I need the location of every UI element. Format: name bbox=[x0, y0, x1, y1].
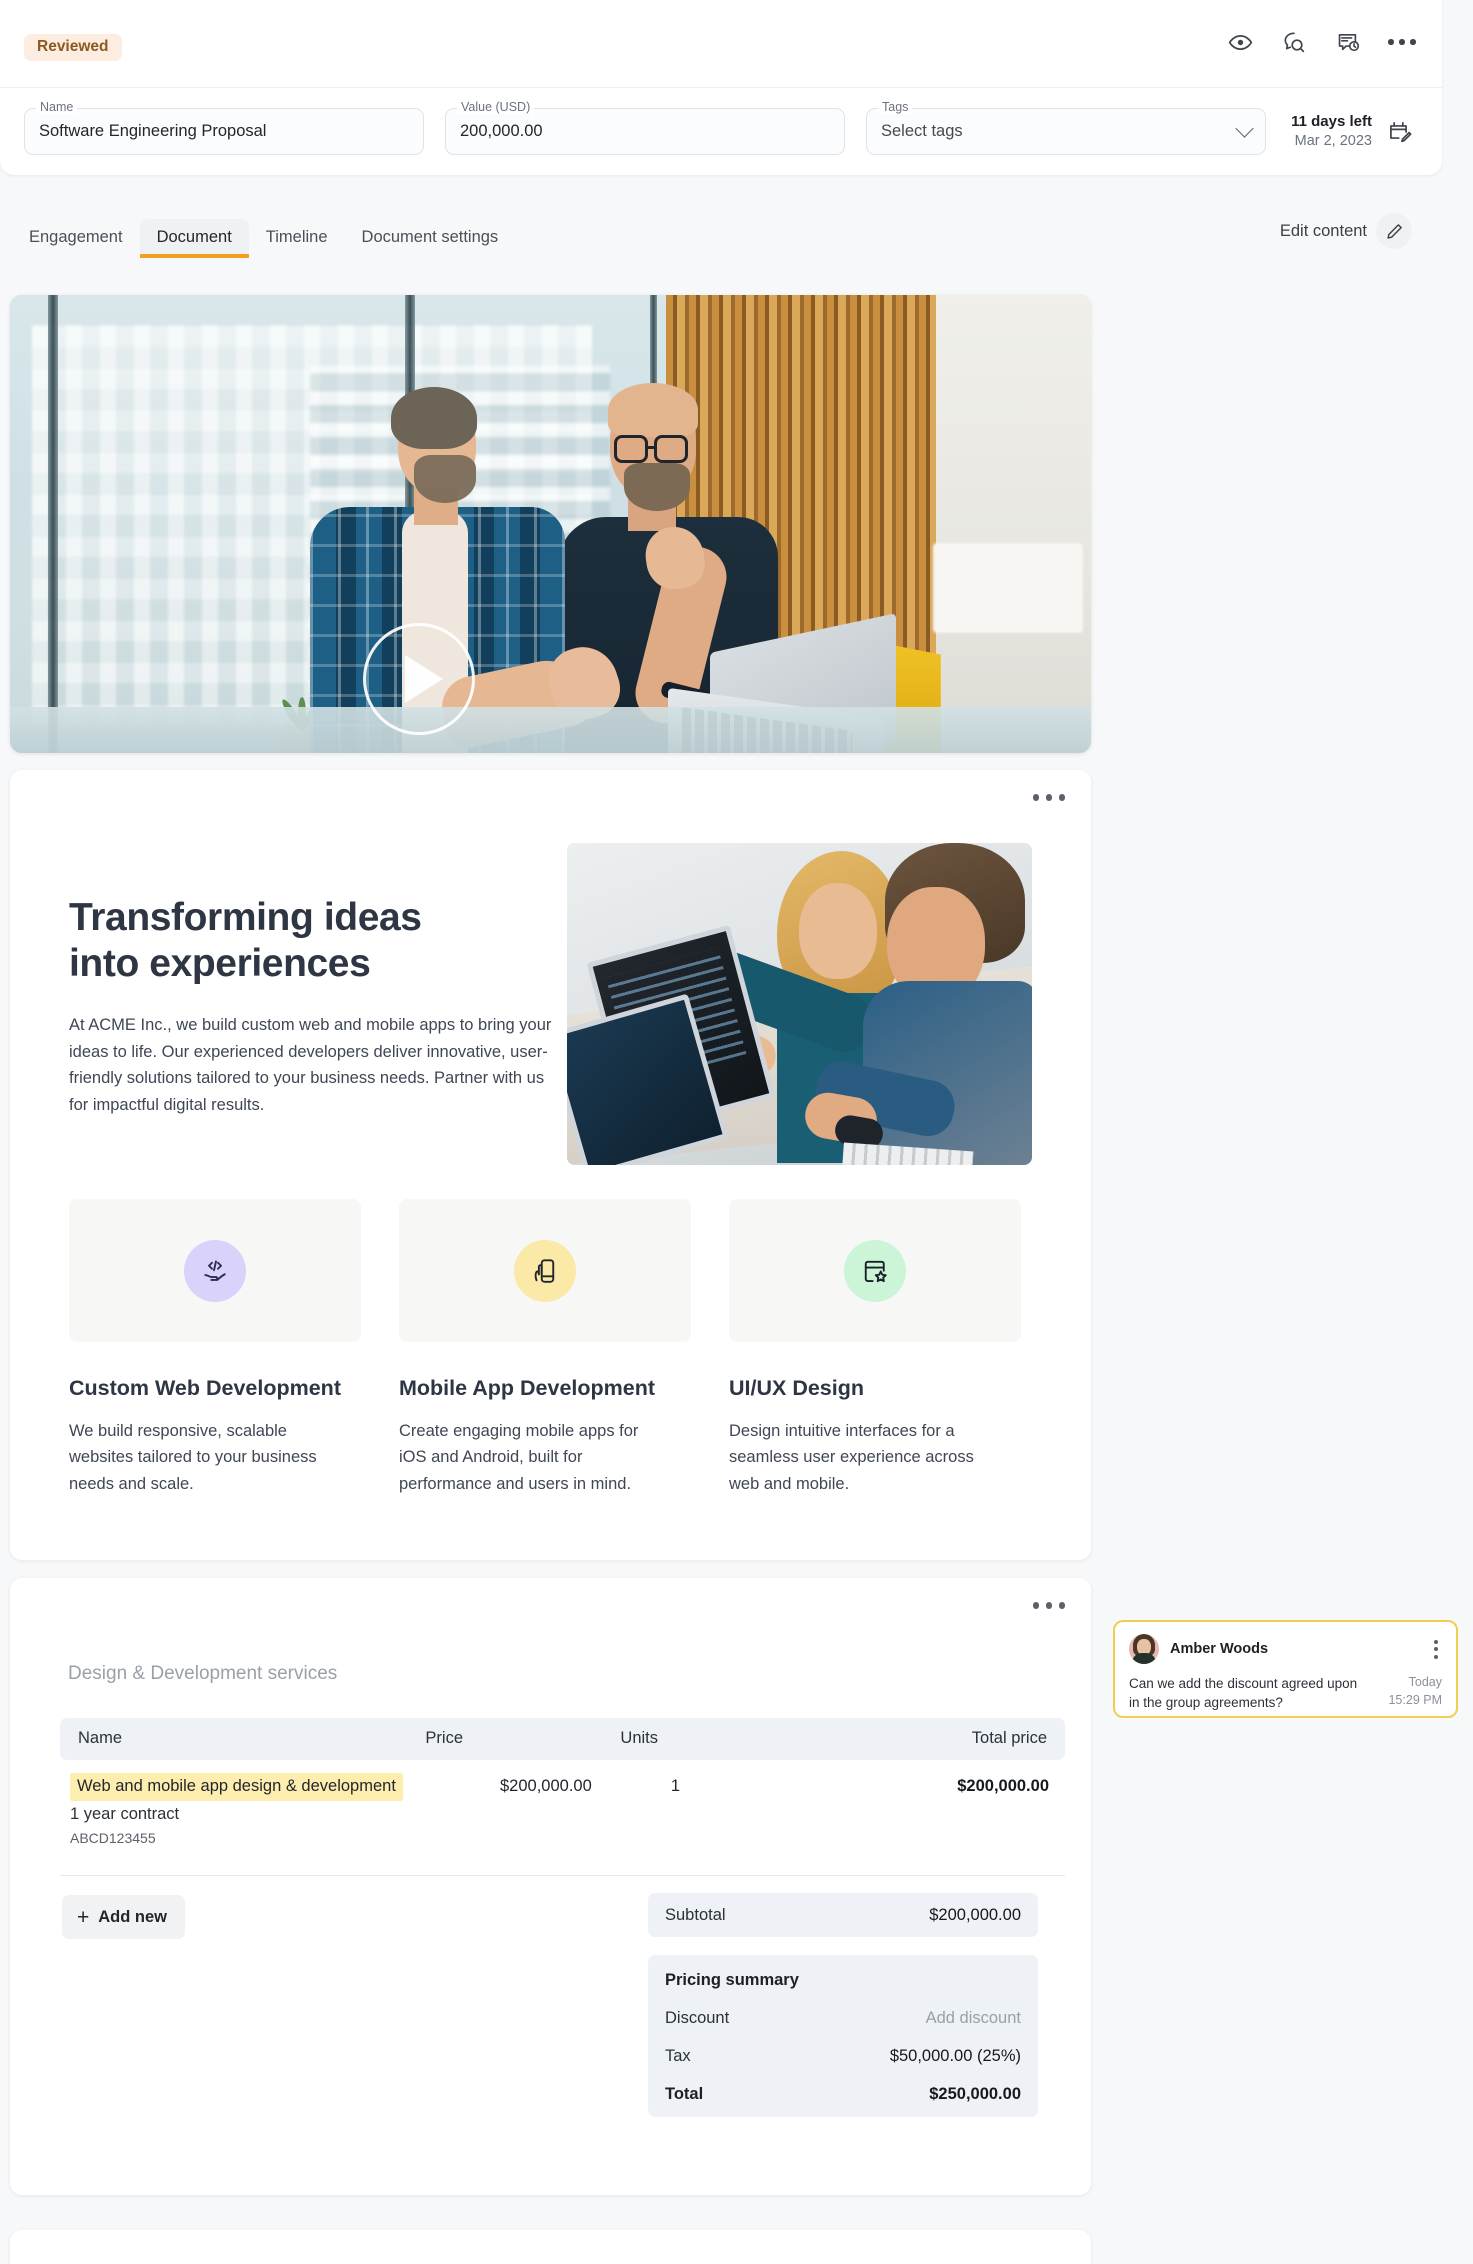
hero-title-line1: Transforming ideas bbox=[69, 896, 422, 939]
service-description: Design intuitive interfaces for a seamle… bbox=[729, 1421, 974, 1493]
document-page: Reviewed Name Software Engineering Propo… bbox=[0, 0, 1473, 2264]
column-header-total: Total price bbox=[971, 1729, 1047, 1747]
tags-field-label: Tags bbox=[878, 101, 913, 114]
hero-title-line2: into experiences bbox=[69, 941, 371, 985]
line-item-units: 1 bbox=[670, 1777, 680, 1795]
content-more-options-icon[interactable] bbox=[1032, 794, 1065, 801]
pricing-more-options-icon[interactable] bbox=[1032, 1602, 1065, 1609]
value-field-label: Value (USD) bbox=[457, 101, 535, 114]
pricing-table-header: Name Price Units Total price bbox=[60, 1718, 1065, 1760]
service-title: Mobile App Development bbox=[399, 1376, 656, 1400]
line-item-description: 1 year contract bbox=[70, 1805, 180, 1823]
subtotal-value: $200,000.00 bbox=[929, 1905, 1021, 1924]
status-badge: Reviewed bbox=[24, 34, 122, 61]
comment-search-icon[interactable] bbox=[1280, 28, 1308, 56]
pricing-summary: Pricing summary Discount Add discount Ta… bbox=[648, 1955, 1038, 2117]
pricing-summary-title: Pricing summary bbox=[665, 1971, 799, 1989]
name-field-label: Name bbox=[36, 101, 78, 114]
service-card-web: Custom Web Development We build responsi… bbox=[69, 1199, 361, 1497]
tax-label: Tax bbox=[665, 2047, 691, 2065]
video-thumbnail bbox=[10, 295, 1091, 753]
comment-time: 15:29 PM bbox=[1388, 1692, 1442, 1707]
column-header-units: Units bbox=[620, 1729, 658, 1747]
value-field-value: 200,000.00 bbox=[460, 122, 543, 140]
subtotal-row: Subtotal $200,000.00 bbox=[648, 1893, 1038, 1937]
header-card: Reviewed Name Software Engineering Propo… bbox=[0, 0, 1442, 175]
header-actions bbox=[1226, 28, 1416, 56]
hero-image bbox=[567, 843, 1032, 1165]
comment-day: Today bbox=[1408, 1675, 1442, 1689]
service-description: We build responsive, scalable websites t… bbox=[69, 1421, 317, 1493]
comment-header: Amber Woods bbox=[1129, 1634, 1442, 1664]
column-header-name: Name bbox=[78, 1729, 123, 1747]
service-icon-tile bbox=[69, 1199, 361, 1342]
tax-value: $50,000.00 (25%) bbox=[889, 2047, 1021, 2065]
service-icon-tile bbox=[399, 1199, 691, 1342]
plus-icon: + bbox=[77, 1905, 90, 1929]
column-header-price: Price bbox=[425, 1729, 463, 1747]
comment-author: Amber Woods bbox=[1170, 1641, 1269, 1657]
table-row[interactable]: Web and mobile app design & development … bbox=[60, 1773, 1065, 1865]
service-card-mobile: Mobile App Development Create engaging m… bbox=[399, 1199, 691, 1497]
service-card-uiux: UI/UX Design Design intuitive interfaces… bbox=[729, 1199, 1021, 1497]
name-field-value: Software Engineering Proposal bbox=[39, 122, 267, 140]
more-options-icon[interactable] bbox=[1388, 28, 1416, 56]
comment-text: Can we add the discount agreed upon in t… bbox=[1129, 1676, 1358, 1711]
add-new-button[interactable]: + Add new bbox=[62, 1895, 186, 1939]
tab-engagement[interactable]: Engagement bbox=[12, 219, 140, 259]
deadline-block: 11 days left Mar 2, 2023 bbox=[1291, 112, 1418, 152]
days-left-label: 11 days left bbox=[1291, 112, 1372, 130]
deadline-date: Mar 2, 2023 bbox=[1294, 132, 1372, 149]
next-content-card bbox=[10, 2230, 1091, 2264]
comment-history-icon[interactable] bbox=[1334, 28, 1362, 56]
avatar bbox=[1129, 1634, 1159, 1664]
hero-body-text: At ACME Inc., we build custom web and mo… bbox=[69, 1016, 552, 1115]
mobile-touch-icon bbox=[514, 1239, 576, 1302]
add-discount-button[interactable]: Add discount bbox=[926, 2009, 1021, 2028]
add-new-label: Add new bbox=[98, 1907, 168, 1926]
service-title: UI/UX Design bbox=[729, 1376, 864, 1400]
header-top-row: Reviewed bbox=[0, 0, 1442, 87]
code-in-hand-icon bbox=[184, 1239, 246, 1302]
pricing-section-title: Design & Development services bbox=[68, 1663, 338, 1684]
summary-row-total: Total $250,000.00 bbox=[665, 2085, 1021, 2104]
page-title: Transforming ideas into experiences bbox=[69, 895, 539, 986]
browser-star-icon bbox=[844, 1239, 906, 1302]
tab-bar: Engagement Document Timeline Document se… bbox=[0, 200, 1442, 258]
line-item-sku: ABCD123455 bbox=[70, 1830, 156, 1846]
table-divider bbox=[60, 1875, 1065, 1876]
value-field[interactable]: Value (USD) 200,000.00 bbox=[445, 101, 845, 155]
deadline-text: 11 days left Mar 2, 2023 bbox=[1291, 112, 1372, 152]
discount-label: Discount bbox=[665, 2009, 730, 2027]
summary-row-tax: Tax $50,000.00 (25%) bbox=[665, 2047, 1021, 2066]
pencil-icon[interactable] bbox=[1376, 213, 1412, 249]
preview-eye-icon[interactable] bbox=[1226, 28, 1254, 56]
video-player-card[interactable] bbox=[10, 295, 1091, 753]
service-icon-tile bbox=[729, 1199, 1021, 1342]
service-description: Create engaging mobile apps for iOS and … bbox=[399, 1421, 639, 1493]
edit-content-label: Edit content bbox=[1279, 221, 1367, 240]
total-label: Total bbox=[665, 2085, 704, 2103]
chevron-down-icon[interactable] bbox=[1235, 119, 1254, 138]
tab-document[interactable]: Document bbox=[139, 218, 249, 258]
service-title: Custom Web Development bbox=[69, 1376, 341, 1400]
comment-timestamp: Today 15:29 PM bbox=[1388, 1674, 1442, 1710]
calendar-edit-icon[interactable] bbox=[1386, 118, 1414, 146]
more-vertical-icon[interactable] bbox=[1430, 1638, 1442, 1661]
tags-field-value: Select tags bbox=[881, 122, 963, 140]
play-icon[interactable] bbox=[363, 623, 475, 735]
tab-document-settings[interactable]: Document settings bbox=[345, 219, 516, 259]
line-item-total: $200,000.00 bbox=[957, 1777, 1049, 1795]
tags-select[interactable]: Tags Select tags bbox=[866, 101, 1266, 155]
header-fields-row: Name Software Engineering Proposal Value… bbox=[0, 87, 1442, 175]
name-field[interactable]: Name Software Engineering Proposal bbox=[24, 101, 424, 155]
comment-card[interactable]: Amber Woods Can we add the discount agre… bbox=[1113, 1620, 1458, 1718]
subtotal-label: Subtotal bbox=[665, 1905, 726, 1924]
summary-row-discount: Discount Add discount bbox=[665, 2009, 1021, 2028]
total-value: $250,000.00 bbox=[929, 2085, 1021, 2103]
tab-timeline[interactable]: Timeline bbox=[249, 219, 345, 259]
edit-content-button[interactable]: Edit content bbox=[1280, 213, 1442, 258]
comment-body: Can we add the discount agreed upon in t… bbox=[1129, 1674, 1442, 1712]
services-row: Custom Web Development We build responsi… bbox=[69, 1199, 1023, 1497]
